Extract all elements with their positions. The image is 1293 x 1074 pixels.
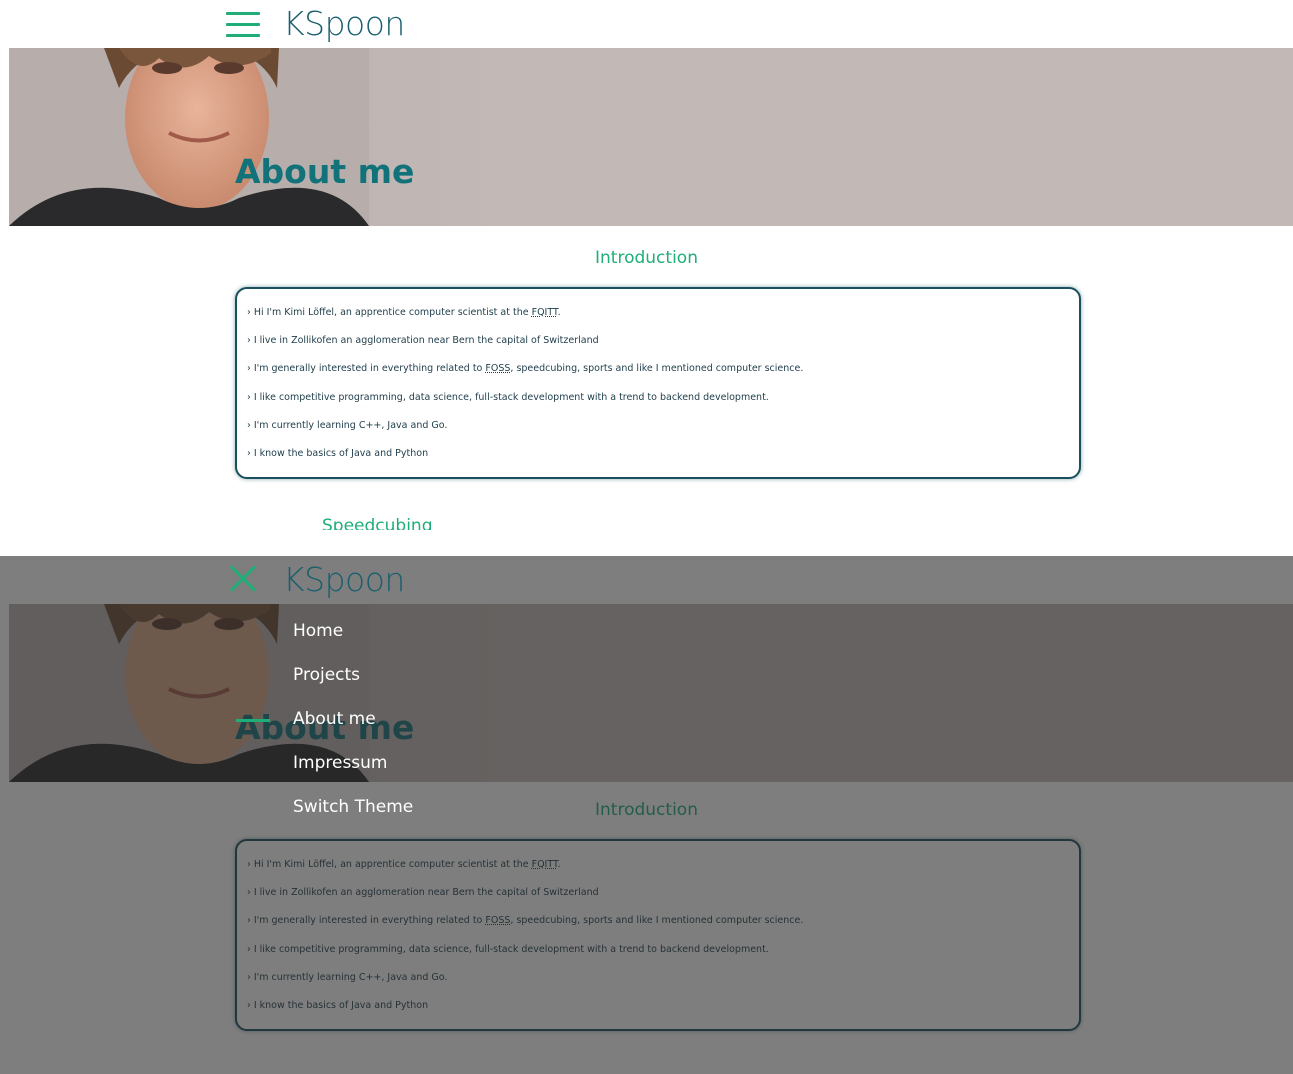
nav-item-impressum[interactable]: Impressum: [293, 752, 413, 796]
hero-banner: About me: [9, 48, 1293, 226]
site-brand[interactable]: KSpoon: [283, 560, 405, 599]
page-menu-open: About me Introduction › Hi I'm Kimi Löff…: [0, 556, 1293, 1074]
nav-menu: Home Projects About me Impressum Switch …: [293, 620, 413, 840]
portrait-photo: [9, 48, 369, 226]
menu-backdrop[interactable]: [0, 556, 1293, 1074]
introduction-card: › Hi I'm Kimi Löffel, an apprentice comp…: [235, 287, 1081, 479]
fqitt-abbr[interactable]: FQITT: [532, 307, 558, 318]
intro-line: › I like competitive programming, data s…: [247, 391, 769, 403]
intro-line: › I'm generally interested in everything…: [247, 363, 804, 375]
nav-item-projects[interactable]: Projects: [293, 664, 413, 708]
page-title: About me: [235, 152, 415, 191]
close-icon[interactable]: [228, 564, 258, 594]
page-menu-closed: KSpoon About me Introduction › Hi I'm Ki…: [0, 0, 1293, 530]
introduction-heading: Introduction: [595, 248, 698, 268]
speedcubing-heading: Speedcubing: [322, 516, 433, 530]
foss-abbr[interactable]: FOSS: [485, 363, 510, 374]
site-header: [9, 0, 1293, 48]
nav-item-switch-theme[interactable]: Switch Theme: [293, 796, 413, 840]
hamburger-menu-icon[interactable]: [226, 10, 260, 40]
intro-line: › I'm currently learning C++, Java and G…: [247, 419, 448, 431]
active-indicator: [236, 719, 270, 722]
intro-line: › I live in Zollikofen an agglomeration …: [247, 335, 599, 347]
nav-item-home[interactable]: Home: [293, 620, 413, 664]
site-brand[interactable]: KSpoon: [283, 4, 405, 43]
intro-line: › I know the basics of Java and Python: [247, 447, 429, 459]
nav-item-about-me[interactable]: About me: [293, 708, 413, 752]
intro-line: › Hi I'm Kimi Löffel, an apprentice comp…: [247, 307, 561, 318]
